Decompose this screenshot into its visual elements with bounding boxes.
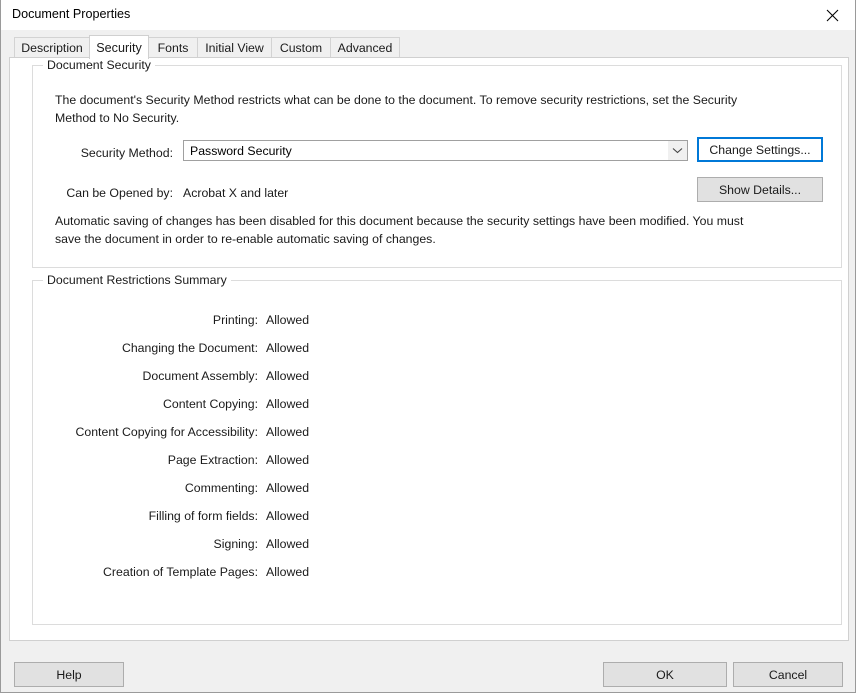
restriction-value: Allowed [266,453,310,467]
can-be-opened-by-label: Can be Opened by: [66,186,173,200]
restriction-label: Page Extraction: [167,453,258,467]
document-restrictions-group-title: Document Restrictions Summary [43,273,231,287]
restriction-label: Filling of form fields: [148,509,258,523]
restriction-row: Changing the Document: Allowed [33,341,841,363]
tab-label: Advanced [337,41,393,55]
tab-initial-view[interactable]: Initial View [197,37,272,58]
restriction-label: Signing: [213,537,258,551]
restriction-value: Allowed [266,397,310,411]
restriction-row: Creation of Template Pages: Allowed [33,565,841,587]
tab-advanced[interactable]: Advanced [330,37,400,58]
autosave-disabled-note: Automatic saving of changes has been dis… [55,214,744,246]
security-tab-page: Document Security The document's Securit… [9,57,849,641]
restriction-label: Commenting: [184,481,258,495]
restriction-row: Commenting: Allowed [33,481,841,503]
restriction-label: Content Copying: [162,397,258,411]
tab-label: Custom [279,41,323,55]
tab-strip: Description Security Fonts Initial View … [9,35,847,59]
security-method-label: Security Method: [80,146,173,160]
tab-custom[interactable]: Custom [271,37,331,58]
security-method-combobox[interactable]: Password Security [183,140,688,161]
security-description: The document's Security Method restricts… [55,93,738,125]
tab-label: Description [21,41,83,55]
restriction-label: Changing the Document: [121,341,258,355]
restriction-row: Signing: Allowed [33,537,841,559]
title-bar: Document Properties [1,0,855,30]
tab-fonts[interactable]: Fonts [148,37,198,58]
close-icon [826,9,839,22]
restriction-row: Content Copying: Allowed [33,397,841,419]
document-restrictions-group: Document Restrictions Summary Printing: A… [32,273,842,625]
cancel-button[interactable]: Cancel [733,662,843,687]
window-title: Document Properties [12,7,131,21]
security-method-value: Password Security [190,144,292,158]
show-details-button[interactable]: Show Details... [697,177,823,202]
help-button[interactable]: Help [14,662,124,687]
tab-label: Security [96,40,142,55]
restriction-value: Allowed [266,481,310,495]
document-security-group: Document Security The document's Securit… [32,58,842,268]
ok-button[interactable]: OK [603,662,727,687]
restriction-label: Content Copying for Accessibility: [75,425,259,439]
chevron-down-icon[interactable] [668,141,687,160]
restriction-value: Allowed [266,509,310,523]
tab-label: Initial View [205,41,264,55]
can-be-opened-by-value: Acrobat X and later [183,186,289,200]
restriction-label: Creation of Template Pages: [103,565,258,579]
restriction-value: Allowed [266,369,310,383]
tab-security[interactable]: Security [89,35,149,59]
change-settings-button[interactable]: Change Settings... [697,137,823,162]
document-properties-dialog: Document Properties Description Security… [0,0,856,693]
restriction-row: Document Assembly: Allowed [33,369,841,391]
restriction-row: Page Extraction: Allowed [33,453,841,475]
tab-label: Fonts [157,41,189,55]
restriction-label: Printing: [212,313,258,327]
restriction-value: Allowed [266,425,310,439]
restriction-value: Allowed [266,341,310,355]
restriction-value: Allowed [266,565,310,579]
restriction-row: Content Copying for Accessibility: Allowe… [33,425,841,447]
restriction-row: Printing: Allowed [33,313,841,335]
tab-description[interactable]: Description [14,37,90,58]
restriction-row: Filling of form fields: Allowed [33,509,841,531]
restriction-value: Allowed [266,313,310,327]
close-button[interactable] [809,0,855,30]
document-security-group-title: Document Security [43,58,155,72]
restriction-label: Document Assembly: [142,369,259,383]
restriction-value: Allowed [266,537,310,551]
